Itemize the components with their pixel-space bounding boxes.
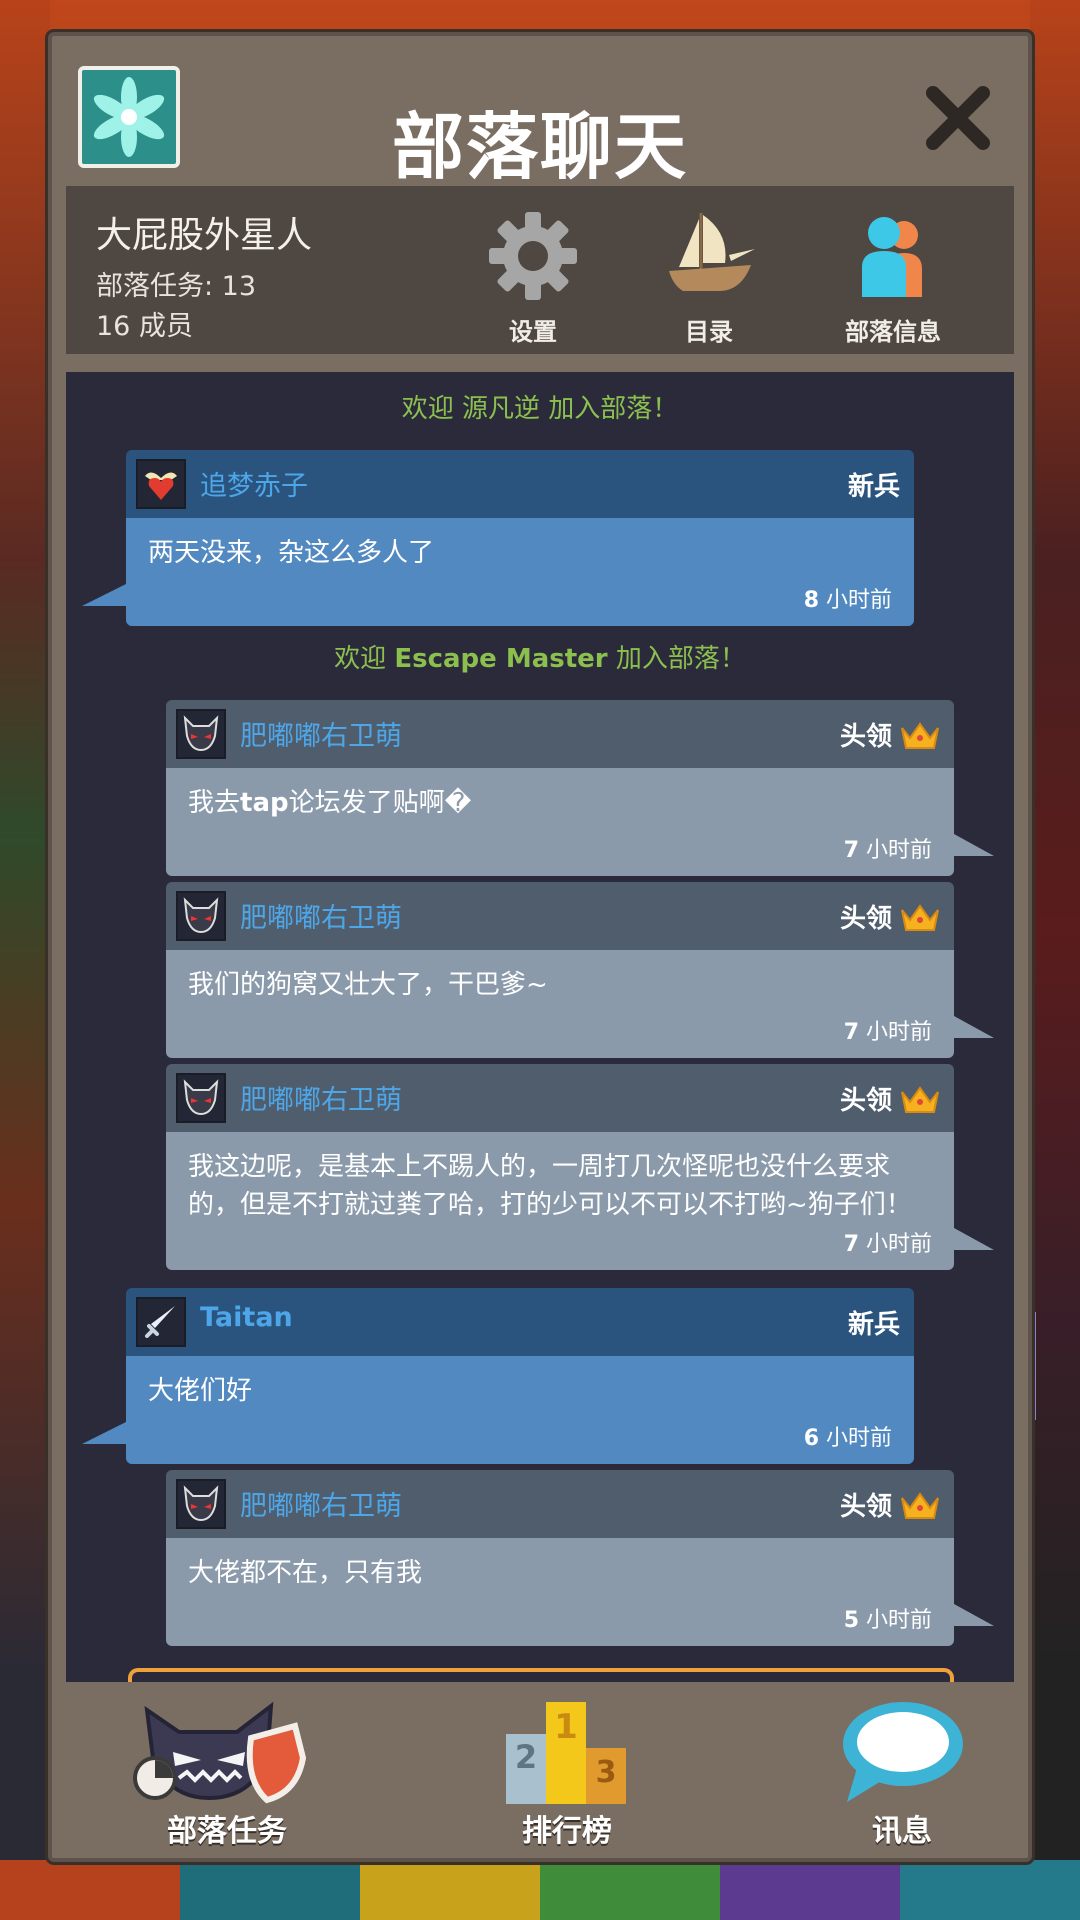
username[interactable]: Taitan <box>200 1302 293 1333</box>
tribe-chat-panel: 部落聊天 大屁股外星人 部落任务: 13 16 成员 设置 目录 部落信息 欢迎… <box>48 32 1032 1862</box>
demon-avatar-icon[interactable] <box>176 891 226 941</box>
system-message: 欢迎 源凡逆 加入部落！ <box>401 394 679 424</box>
messages-button[interactable]: 讯息 <box>832 1694 972 1850</box>
header: 部落聊天 <box>52 36 1028 189</box>
tribe-info-button[interactable]: 部落信息 <box>818 206 968 346</box>
svg-text:2: 2 <box>515 1738 537 1776</box>
message-time: 7 小时前 <box>843 838 932 863</box>
chat-message: 肥嘟嘟右卫萌 头领 我去tap论坛发了贴啊� 7 小时前 <box>166 700 994 876</box>
chat-message: 肥嘟嘟右卫萌 头领 大佬都不在，只有我 5 小时前 <box>166 1470 994 1646</box>
message-time: 6 小时前 <box>803 1426 892 1451</box>
username[interactable]: 肥嘟嘟右卫萌 <box>240 896 402 935</box>
message-time: 5 小时前 <box>843 1608 932 1633</box>
settings-button[interactable]: 设置 <box>458 206 608 346</box>
demon-avatar-icon[interactable] <box>176 709 226 759</box>
background-right <box>1030 0 1080 1860</box>
tribe-quest-icon <box>122 1694 332 1806</box>
demon-avatar-icon[interactable] <box>176 1479 226 1529</box>
tribe-info-label: 部落信息 <box>845 318 941 346</box>
catalog-button[interactable]: 目录 <box>634 206 784 346</box>
rank-label: 新兵 <box>847 1310 900 1340</box>
ship-icon <box>634 206 784 306</box>
username[interactable]: 肥嘟嘟右卫萌 <box>240 1484 402 1523</box>
podium-icon: 2 1 3 <box>492 1694 642 1806</box>
chat-list[interactable]: 欢迎 源凡逆 加入部落！ 追梦赤子 新兵 两天没来，杂这么多人了 8 小时前 欢… <box>66 372 1014 1682</box>
message-text: 我去tap论坛发了贴啊� <box>188 788 472 818</box>
chat-message: Taitan 新兵 大佬们好 6 小时前 <box>82 1288 914 1464</box>
tribe-quest-label: 部落任务 <box>167 1814 287 1849</box>
page-title: 部落聊天 <box>391 105 688 189</box>
message-text: 两天没来，杂这么多人了 <box>148 538 435 568</box>
crown-icon <box>901 1085 939 1113</box>
rank-label: 头领 <box>840 1486 940 1523</box>
tribe-name: 大屁股外星人 <box>96 215 313 256</box>
messages-label: 讯息 <box>872 1814 932 1849</box>
rank-label: 头领 <box>840 716 940 753</box>
message-text: 我们的狗窝又壮大了，干巴爹~ <box>188 970 548 1000</box>
background-left <box>0 0 50 1860</box>
members-icon <box>818 206 968 306</box>
tribe-member-count: 16 成员 <box>96 311 193 342</box>
close-x-icon[interactable] <box>918 78 998 158</box>
tribe-quest-count: 部落任务: 13 <box>96 271 257 302</box>
demon-avatar-icon[interactable] <box>176 1073 226 1123</box>
message-time: 7 小时前 <box>843 1232 932 1257</box>
svg-text:3: 3 <box>596 1755 617 1790</box>
system-message: 欢迎 Escape Master 加入部落！ <box>334 644 746 674</box>
tribe-quest-button[interactable]: 部落任务 <box>122 1694 332 1850</box>
rank-label: 新兵 <box>847 472 900 502</box>
chat-message: 肥嘟嘟右卫萌 头领 我们的狗窝又壮大了，干巴爹~ 7 小时前 <box>166 882 994 1058</box>
username[interactable]: 追梦赤子 <box>200 464 308 503</box>
bottom-tab-bar: 部落任务 2 1 3 排行榜 讯息 <box>52 1686 1028 1862</box>
message-text: 大佬们好 <box>148 1376 253 1406</box>
tribe-info-bar: 大屁股外星人 部落任务: 13 16 成员 设置 目录 部落信息 <box>66 186 1014 354</box>
heart-wings-avatar-icon[interactable] <box>136 459 186 509</box>
background-tab-strip <box>0 1860 1080 1920</box>
svg-text:1: 1 <box>554 1707 578 1747</box>
rank-label: 头领 <box>840 1080 940 1117</box>
message-time: 8 小时前 <box>803 588 892 613</box>
leaderboard-label: 排行榜 <box>522 1814 612 1849</box>
crown-icon <box>901 721 939 749</box>
username[interactable]: 肥嘟嘟右卫萌 <box>240 714 402 753</box>
rank-label: 头领 <box>840 898 940 935</box>
chat-message: 肥嘟嘟右卫萌 头领 我这边呢，是基本上不踢人的，一周打几次怪呢也没什么要求的，但… <box>166 1064 994 1270</box>
message-input-edge[interactable] <box>128 1668 954 1682</box>
speech-bubble-icon <box>832 1694 972 1806</box>
message-time: 7 小时前 <box>843 1020 932 1045</box>
message-text: 我这边呢，是基本上不踢人的，一周打几次怪呢也没什么要求的，但是不打就过粪了哈，打… <box>188 1152 912 1220</box>
leaderboard-button[interactable]: 2 1 3 排行榜 <box>492 1694 642 1850</box>
crown-icon <box>901 1491 939 1519</box>
gear-icon <box>458 206 608 306</box>
crown-icon <box>901 903 939 931</box>
chat-message: 追梦赤子 新兵 两天没来，杂这么多人了 8 小时前 <box>82 450 914 626</box>
sword-avatar-icon[interactable] <box>136 1297 186 1347</box>
username[interactable]: 肥嘟嘟右卫萌 <box>240 1078 402 1117</box>
catalog-label: 目录 <box>685 318 733 346</box>
settings-label: 设置 <box>509 318 557 346</box>
message-text: 大佬都不在，只有我 <box>188 1558 423 1588</box>
